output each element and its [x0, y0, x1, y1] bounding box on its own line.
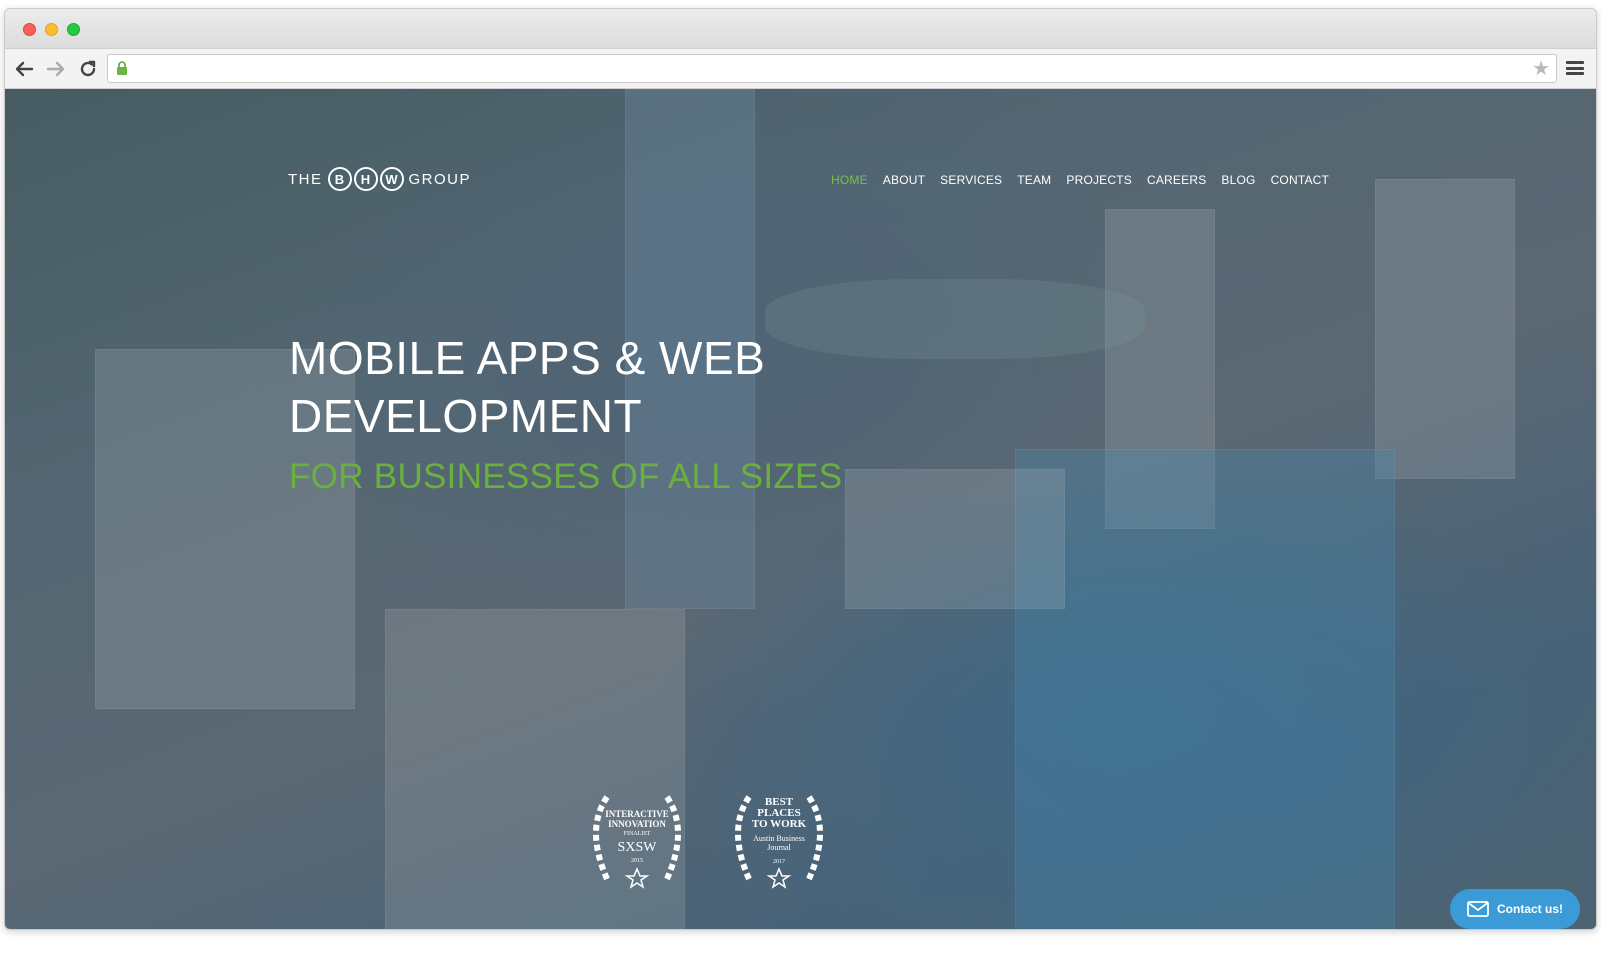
hero-tagline: FOR BUSINESSES OF ALL SIZES [289, 457, 843, 496]
arrow-left-icon [15, 61, 34, 77]
award2-line4: Austin Business [753, 834, 805, 843]
award1-line5: 2015 [631, 858, 643, 864]
main-nav: HOME ABOUT SERVICES TEAM PROJECTS CAREER… [831, 173, 1329, 187]
nav-item-blog[interactable]: BLOG [1221, 173, 1255, 187]
logo-letter-b: B [327, 167, 352, 191]
nav-item-projects[interactable]: PROJECTS [1066, 173, 1132, 187]
hero-section: THE B H W GROUP HOME ABOUT SERVICES TEAM… [5, 89, 1596, 929]
award2-line3: TO WORK [752, 818, 807, 830]
address-bar[interactable]: ★ [107, 54, 1557, 83]
minimize-window-button[interactable] [45, 23, 58, 36]
award1-line1: INTERACTIVE [605, 809, 669, 819]
hero-title-line1: MOBILE APPS & WEB [289, 332, 766, 384]
nav-item-team[interactable]: TEAM [1017, 173, 1051, 187]
award1-line3: FINALIST [624, 831, 651, 837]
hero-title: MOBILE APPS & WEB DEVELOPMENT [289, 329, 842, 445]
laurel-wreath-icon: BEST PLACES TO WORK Austin Business Jour… [735, 795, 823, 889]
background-building [1375, 179, 1515, 479]
award2-line6: 2017 [773, 859, 785, 865]
awards-row: INTERACTIVE INNOVATION FINALIST SXSW 201… [577, 789, 839, 894]
reload-icon [80, 60, 96, 77]
hero-title-line2: DEVELOPMENT [289, 390, 643, 442]
laurel-wreath-icon: INTERACTIVE INNOVATION FINALIST SXSW 201… [593, 795, 681, 889]
logo-letter-w: W [379, 167, 404, 191]
star-icon [624, 867, 650, 889]
contact-us-label: Contact us! [1497, 902, 1563, 916]
background-building [845, 469, 1065, 609]
award1-line2: INNOVATION [608, 819, 666, 829]
nav-item-about[interactable]: ABOUT [883, 173, 925, 187]
site-logo[interactable]: THE B H W GROUP [288, 167, 471, 191]
title-bar [5, 9, 1596, 49]
hero-heading-block: MOBILE APPS & WEB DEVELOPMENT FOR BUSINE… [289, 329, 842, 497]
logo-prefix: THE [288, 170, 323, 188]
reload-button[interactable] [75, 56, 101, 82]
award-best-places-badge: BEST PLACES TO WORK Austin Business Jour… [719, 789, 839, 894]
nav-item-careers[interactable]: CAREERS [1147, 173, 1206, 187]
star-icon [766, 867, 792, 889]
back-button[interactable] [11, 56, 37, 82]
award-sxsw-badge: INTERACTIVE INNOVATION FINALIST SXSW 201… [577, 789, 697, 894]
arrow-right-icon [46, 61, 65, 77]
logo-letter-h: H [353, 167, 378, 191]
contact-us-button[interactable]: Contact us! [1450, 889, 1580, 929]
browser-toolbar: ★ [5, 49, 1596, 89]
browser-window: ★ THE B H W GROUP HOME ABOUT SERVICES TE… [4, 8, 1597, 930]
background-building [1015, 449, 1395, 929]
logo-suffix: GROUP [408, 170, 472, 188]
nav-item-contact[interactable]: CONTACT [1271, 173, 1330, 187]
award1-line4: SXSW [618, 840, 658, 855]
close-window-button[interactable] [23, 23, 36, 36]
nav-item-home[interactable]: HOME [831, 173, 868, 187]
envelope-icon [1467, 901, 1489, 917]
nav-item-services[interactable]: SERVICES [940, 173, 1002, 187]
maximize-window-button[interactable] [67, 23, 80, 36]
lock-icon [116, 61, 128, 81]
hamburger-icon[interactable] [1566, 59, 1584, 77]
award2-line5: Journal [767, 843, 791, 852]
forward-button[interactable] [43, 56, 69, 82]
star-icon[interactable]: ★ [1532, 58, 1550, 80]
